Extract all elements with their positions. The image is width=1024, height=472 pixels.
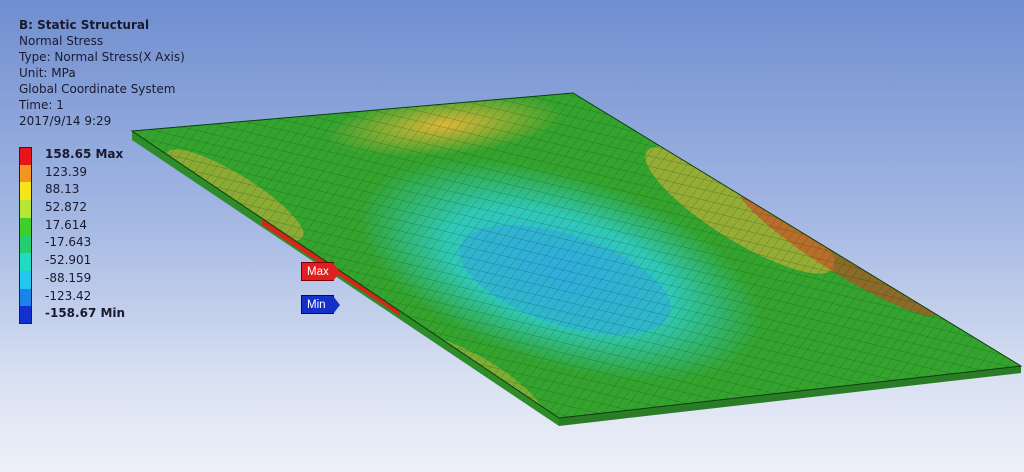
analysis-title: B: Static Structural — [19, 18, 150, 32]
legend-color-swatch — [19, 270, 32, 289]
legend-color-swatch — [19, 306, 32, 324]
legend-color-swatch — [19, 200, 32, 218]
legend-value-label: -88.159 — [45, 270, 92, 285]
legend-color-swatch — [19, 235, 32, 254]
legend-color-swatch — [19, 217, 32, 236]
legend-color-swatch — [19, 147, 32, 165]
legend-value-label: 52.872 — [45, 200, 87, 215]
legend-value-label: 123.39 — [45, 164, 87, 179]
legend-color-swatch — [19, 164, 32, 183]
legend-value-label: -17.643 — [45, 235, 92, 250]
result-timestamp: 2017/9/14 9:29 — [19, 114, 112, 128]
coordinate-system: Global Coordinate System — [19, 82, 176, 96]
legend-value-label: 88.13 — [45, 182, 80, 197]
legend-color-swatch — [19, 288, 32, 307]
legend-value-label: -158.67 Min — [45, 306, 126, 321]
result-time: Time: 1 — [19, 98, 64, 112]
legend-value-label: 17.614 — [45, 217, 87, 232]
legend-value-label: -123.42 — [45, 288, 92, 303]
result-info-panel: B: Static Structural Normal Stress Type:… — [19, 17, 185, 129]
result-type: Type: Normal Stress(X Axis) — [19, 50, 185, 64]
min-probe-label[interactable]: Min — [301, 295, 340, 314]
legend-value-label: 158.65 Max — [45, 147, 124, 161]
result-name: Normal Stress — [19, 34, 104, 48]
result-unit: Unit: MPa — [19, 66, 76, 80]
legend-value-label: -52.901 — [45, 253, 92, 268]
max-probe-label[interactable]: Max — [301, 262, 340, 281]
legend-color-swatch — [19, 182, 32, 201]
legend-color-swatch — [19, 253, 32, 271]
